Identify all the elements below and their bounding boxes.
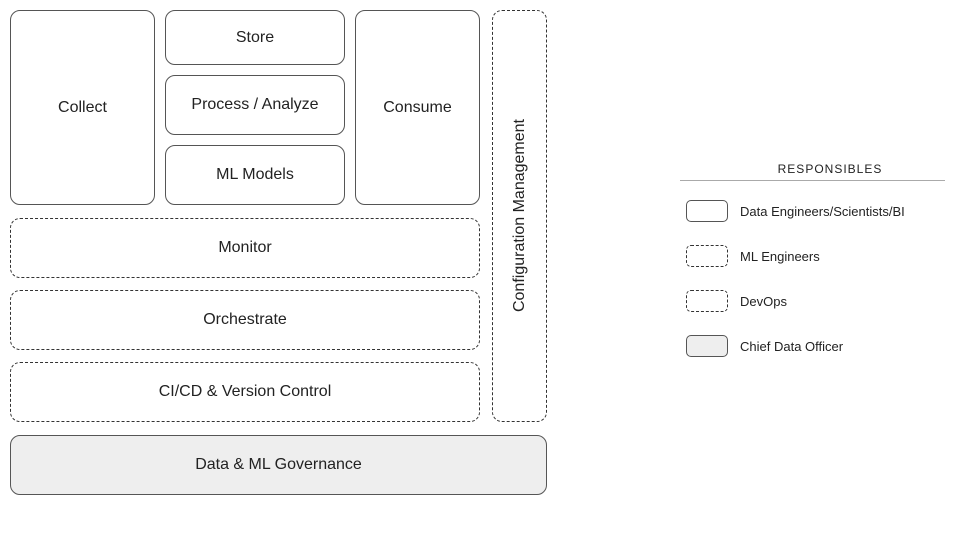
box-process-analyze: Process / Analyze: [165, 75, 345, 135]
box-ml-models: ML Models: [165, 145, 345, 205]
legend-divider: [680, 180, 945, 181]
box-orchestrate: Orchestrate: [10, 290, 480, 350]
legend-swatch-cdo: [686, 335, 728, 357]
box-governance: Data & ML Governance: [10, 435, 547, 495]
box-monitor: Monitor: [10, 218, 480, 278]
legend-label-data-engineers: Data Engineers/Scientists/BI: [740, 200, 905, 222]
legend-swatch-ml-engineers: [686, 245, 728, 267]
box-collect: Collect: [10, 10, 155, 205]
box-cicd: CI/CD & Version Control: [10, 362, 480, 422]
legend-label-cdo: Chief Data Officer: [740, 335, 843, 357]
label-configuration-management: Configuration Management: [511, 119, 529, 312]
box-configuration-management: Configuration Management: [492, 10, 547, 422]
legend-label-devops: DevOps: [740, 290, 787, 312]
legend-label-ml-engineers: ML Engineers: [740, 245, 820, 267]
box-store: Store: [165, 10, 345, 65]
box-consume: Consume: [355, 10, 480, 205]
diagram-canvas: Collect Store Process / Analyze ML Model…: [0, 0, 960, 540]
legend-title: RESPONSIBLES: [770, 162, 890, 176]
legend-swatch-devops: [686, 290, 728, 312]
legend-swatch-data-engineers: [686, 200, 728, 222]
